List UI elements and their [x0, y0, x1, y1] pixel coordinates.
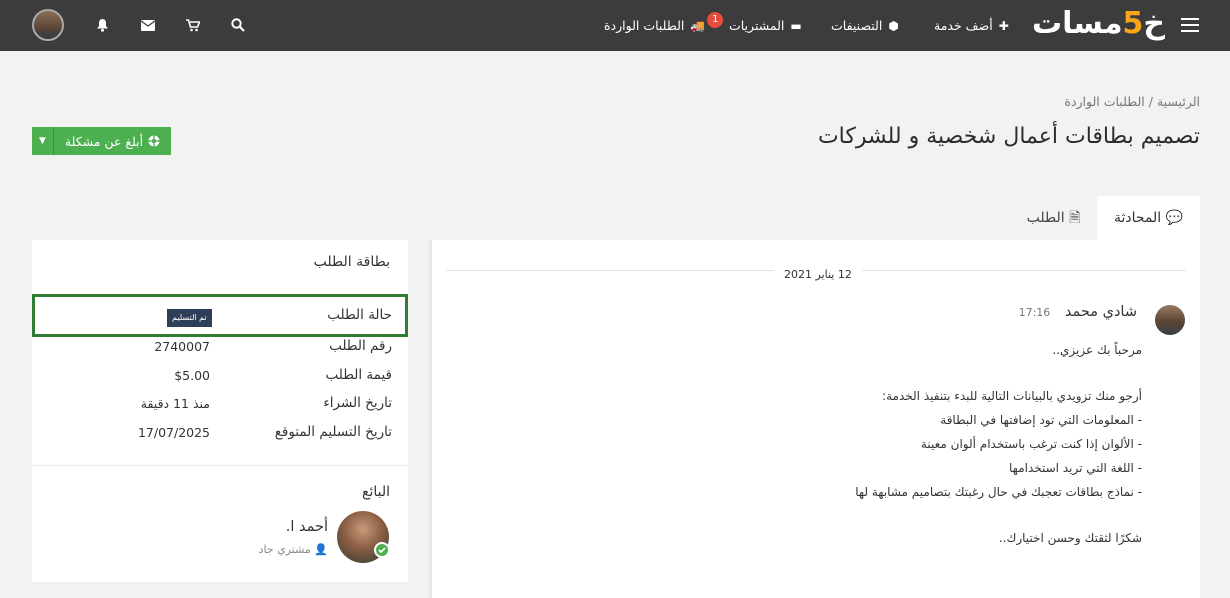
report-problem-button[interactable]: أبلغ عن مشكلة ▼ [32, 127, 171, 155]
user-icon: 👤 [314, 543, 328, 556]
order-status-row: حالة الطلب تم التسليم [32, 294, 408, 337]
breadcrumb: الرئيسية / الطلبات الواردة [800, 94, 1200, 109]
order-price-label: قيمة الطلب [325, 367, 392, 383]
message-author[interactable]: شادي محمد [1065, 304, 1137, 320]
message-time: 17:16 [1018, 306, 1051, 319]
order-card: بطاقة الطلب حالة الطلب تم التسليم رقم ال… [32, 240, 408, 582]
message-closing: شكرًا لثقتك وحسن اختيارك.. [998, 531, 1142, 545]
delivery-date-label: تاريخ التسليم المتوقع [274, 424, 392, 440]
verified-check-icon [374, 542, 390, 558]
truck-icon: 🚚 [690, 19, 706, 33]
order-card-title: بطاقة الطلب [313, 254, 390, 270]
seller-name[interactable]: أحمد ا. [286, 519, 328, 535]
message-author-avatar[interactable] [1155, 305, 1185, 335]
status-badge: تم التسليم [167, 309, 212, 327]
message-header: شادي محمد 17:16 [782, 304, 1137, 320]
message-line: - اللغة التي تريد استخدامها [1009, 461, 1142, 475]
order-number-value: 2740007 [154, 339, 210, 354]
cubes-icon: ⬢ [888, 19, 899, 33]
nav-add-service[interactable]: ✚أضف خدمة [934, 0, 1009, 51]
user-avatar[interactable] [32, 9, 64, 41]
conversation-date: 12 يناير 2021 [774, 268, 862, 281]
cart-icon[interactable] [183, 15, 203, 35]
life-ring-icon [148, 135, 160, 147]
file-icon: 🗎 [1069, 210, 1081, 226]
report-problem-main[interactable]: أبلغ عن مشكلة [54, 127, 171, 155]
page-title: تصميم بطاقات أعمال شخصية و للشركات [817, 124, 1200, 149]
breadcrumb-current[interactable]: الطلبات الواردة [1064, 94, 1144, 109]
order-status-label: حالة الطلب [327, 307, 392, 323]
seller-level: 👤 مشتري جاد [258, 543, 328, 556]
delivery-date-value: 17/07/2025 [137, 425, 210, 440]
message-body: مرحباً بك عزيزي.. أرجو منك تزويدي بالبيا… [532, 338, 1142, 550]
order-number-label: رقم الطلب [329, 338, 392, 354]
nav-categories[interactable]: ⬢التصنيفات [831, 0, 899, 51]
message-line: - المعلومات التي تود إضافتها في البطاقة [940, 413, 1142, 427]
site-logo[interactable]: خ5مسات [1032, 6, 1165, 42]
plus-icon: ✚ [998, 19, 1009, 33]
seller-title: البائع [362, 484, 390, 500]
nav-purchases[interactable]: ▬المشتريات [729, 0, 802, 51]
tab-conversation[interactable]: 💬 المحادثة [1097, 196, 1200, 240]
message-line: - نماذج بطاقات تعجبك في حال رغبتك بتصامي… [855, 485, 1142, 499]
nav-incoming-orders[interactable]: 1🚚الطلبات الواردة [604, 0, 724, 51]
card-divider [32, 465, 408, 466]
chevron-down-icon[interactable]: ▼ [32, 127, 54, 155]
incoming-orders-badge: 1 [707, 12, 724, 28]
message-greeting: مرحباً بك عزيزي.. [1052, 343, 1142, 357]
bell-icon[interactable] [92, 15, 112, 35]
folder-icon: ▬ [790, 19, 802, 33]
message-line: - الألوان إذا كنت ترغب باستخدام ألوان مع… [920, 437, 1142, 451]
breadcrumb-separator: / [1148, 94, 1153, 109]
top-navbar: خ5مسات ✚أضف خدمة ⬢التصنيفات ▬المشتريات 1… [0, 0, 1230, 51]
purchase-date-label: تاريخ الشراء [323, 395, 392, 411]
envelope-icon[interactable] [138, 15, 158, 35]
menu-icon[interactable] [1181, 14, 1199, 36]
conversation-panel: 12 يناير 2021 شادي محمد 17:16 مرحباً بك … [429, 240, 1200, 598]
order-price-value: $5.00 [174, 368, 210, 383]
search-icon[interactable] [228, 15, 248, 35]
tab-order[interactable]: 🗎 الطلب [1010, 196, 1097, 240]
comments-icon: 💬 [1165, 210, 1184, 226]
purchase-date-value: منذ 11 دقيقة [140, 396, 210, 411]
message-intro: أرجو منك تزويدي بالبيانات التالية للبدء … [882, 389, 1142, 403]
breadcrumb-home[interactable]: الرئيسية [1157, 94, 1200, 109]
